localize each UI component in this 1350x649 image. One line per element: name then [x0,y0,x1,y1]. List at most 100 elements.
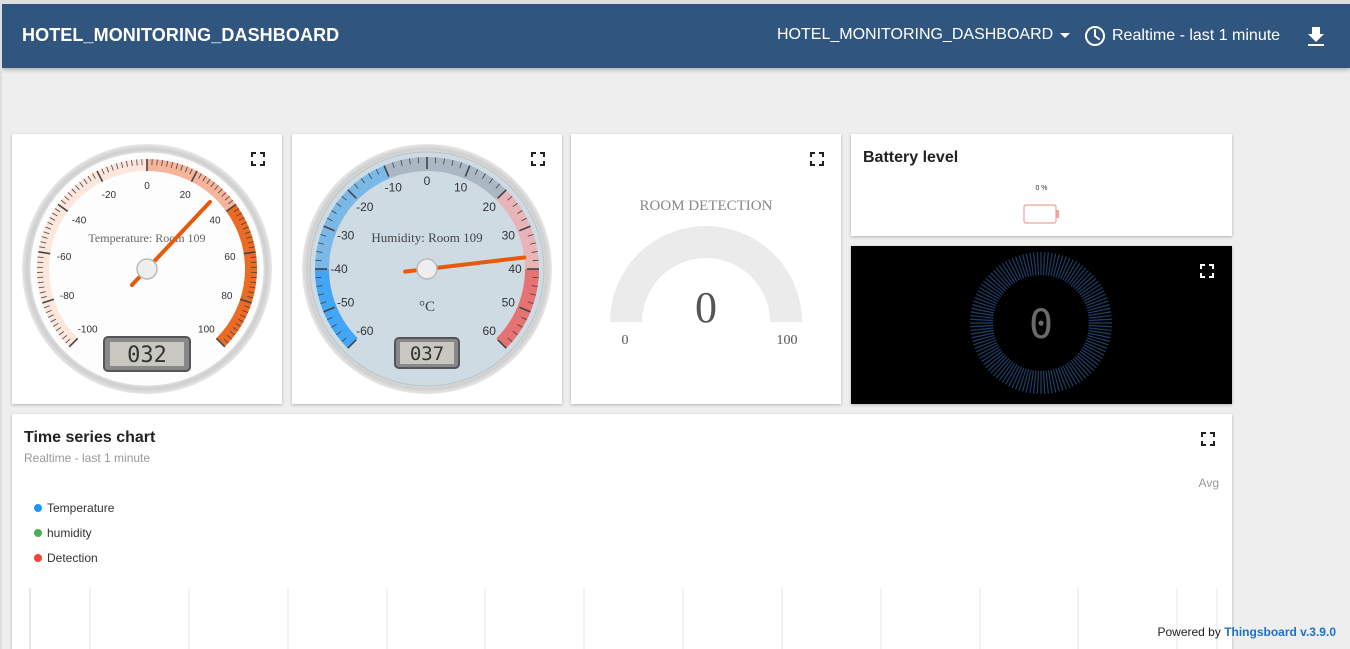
legend-label: Temperature [47,501,115,515]
ring-segment [1045,252,1050,276]
powered-by-footer: Powered by Thingsboard v.3.9.0 [1157,625,1336,639]
tick-label: -20 [102,190,117,201]
gauge-title: Humidity: Room 109 [371,230,482,245]
gauge-digital-readout: 032 [103,336,191,372]
ring-segment [987,354,1006,371]
chevron-down-icon [1060,33,1071,38]
tick-label: 80 [221,291,233,302]
ring-segment [990,272,1008,290]
tick-label: -40 [72,216,87,227]
tick-label: -10 [385,181,403,195]
tick-label: 50 [502,296,516,310]
gauge-title: ROOM DETECTION [640,198,773,214]
powered-by-text: Powered by [1157,625,1221,639]
dashboard-frame: HOTEL_MONITORING_DASHBOARD HOTEL_MONITOR… [2,4,1350,649]
ring-segment [1088,327,1112,332]
thingsboard-link[interactable]: Thingsboard v.3.9.0 [1224,625,1336,639]
ring-segment [1042,252,1046,276]
download-button[interactable] [1306,25,1326,52]
dashboard-selector[interactable]: HOTEL_MONITORING_DASHBOARD [777,26,1071,44]
tick-label: -20 [356,200,374,214]
clock-icon [1085,26,1105,46]
ring-segment [970,318,994,322]
gauge-value-text: 037 [410,343,444,365]
tick-label: -60 [356,324,374,338]
timewindow-label: Realtime - last 1 minute [1112,27,1281,44]
needle-hub [136,258,158,280]
room-detection-gauge: ROOM DETECTION 0 0 100 [610,198,802,348]
digital-gauge-card: 0 [851,246,1232,404]
legend-item-detection[interactable]: Detection [34,551,98,565]
battery-percent-label: 0 % [1035,185,1048,192]
tick-label: -40 [330,262,348,276]
ring-segment [987,275,1006,292]
tick-label: -30 [337,228,355,242]
ring-segment [1088,314,1112,319]
ring-segment [1045,370,1050,394]
gauge-title: Temperature: Room 109 [88,231,205,245]
tick-label: 20 [180,190,192,201]
tick-label: 60 [224,252,236,263]
tick-label: 20 [483,200,497,214]
ring-segment [1074,272,1092,290]
timeseries-chart-card: Time series chart Realtime - last 1 minu… [12,414,1232,649]
gauge-digital-readout: 037 [394,337,460,369]
ring-segment [993,358,1010,377]
dashboard-selector-label: HOTEL_MONITORING_DASHBOARD [777,26,1054,43]
ring-segment [970,327,994,332]
minor-tick [156,159,158,166]
legend-label: humidity [47,526,92,540]
tick-label: -50 [337,296,355,310]
card-subtitle: Realtime - last 1 minute [24,451,151,465]
tick-label: 10 [454,181,468,195]
digital-dial-gauge: 0 [970,252,1112,394]
ring-segment [1072,358,1089,377]
tick-label: -60 [57,252,72,263]
legend-dot [34,554,42,562]
tick-label: -80 [60,291,75,302]
battery-icon [1023,204,1059,224]
ring-segment [1032,370,1037,394]
temperature-gauge-card: -100 -80 -60 -40 -20 0 20 40 60 80 100 Temperature… [12,134,282,404]
fullscreen-icon[interactable] [1201,432,1215,446]
legend-dot [34,504,42,512]
tick-label: 60 [483,324,497,338]
ring-segment [970,314,994,319]
room-detection-card: ROOM DETECTION 0 0 100 [571,134,841,404]
chart-grid [29,588,1218,649]
temperature-gauge: -100 -80 -60 -40 -20 0 20 40 60 80 100 Temperature… [22,144,272,394]
ring-segment [970,324,994,328]
timewindow-button[interactable]: Realtime - last 1 minute [1084,25,1280,47]
download-icon [1308,27,1324,46]
legend-avg-header: Avg [1198,476,1219,490]
card-title: Time series chart [24,429,156,446]
ring-segment [1036,252,1040,276]
gauge-max-label: 100 [777,333,798,348]
ring-segment [990,356,1008,374]
ring-segment [1042,370,1046,394]
needle-hub [416,258,438,280]
gauge-min-label: 0 [622,333,629,348]
tick-label: 0 [144,181,150,192]
ring-segment [1074,356,1092,374]
battery-level-card: Battery level 0 % [851,134,1232,236]
dashboard-title: HOTEL_MONITORING_DASHBOARD [22,25,340,45]
tick-label: 100 [198,324,215,335]
tick-label: 30 [502,228,516,242]
tick-label: 40 [508,262,522,276]
minor-tick [136,159,138,166]
ring-segment [1032,252,1037,276]
ring-segment [1088,324,1112,328]
legend-item-humidity[interactable]: humidity [34,526,92,540]
card-title: Battery level [863,149,959,166]
legend-label: Detection [47,551,98,565]
ring-segment [1036,370,1040,394]
top-toolbar: HOTEL_MONITORING_DASHBOARD HOTEL_MONITOR… [2,4,1350,68]
humidity-gauge: -60-50 -40 -30-20 -10 0 10 20 30 40 50 60 Humidity… [302,144,552,394]
legend-item-temperature[interactable]: Temperature [34,501,114,515]
ring-segment [1088,318,1112,322]
gauge-value-text: 032 [127,343,167,368]
ring-segment [993,269,1010,288]
ring-segment [1072,269,1089,288]
legend-dot [34,529,42,537]
